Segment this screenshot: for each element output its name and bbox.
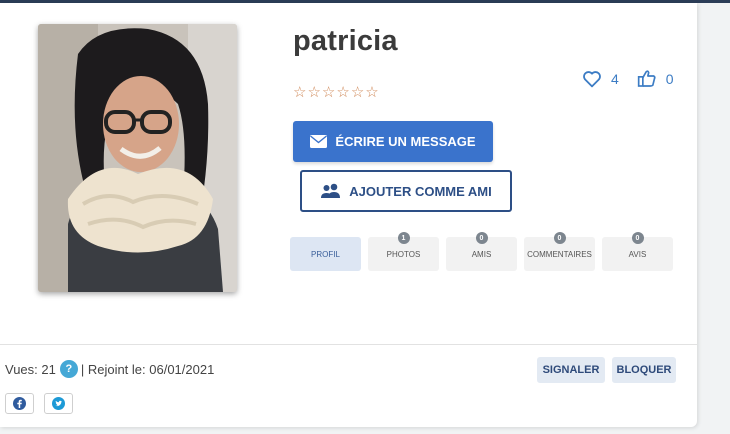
tab-commentaires[interactable]: 0 COMMENTAIRES	[524, 232, 595, 271]
profile-photo-image	[38, 24, 237, 292]
tab-avis-badge: 0	[631, 232, 644, 244]
facebook-icon	[13, 397, 26, 410]
tab-commentaires-badge: 0	[553, 232, 566, 244]
write-message-label: ÉCRIRE UN MESSAGE	[335, 134, 476, 149]
heart-icon	[583, 70, 601, 87]
views-count: Vues: 21	[5, 361, 56, 377]
write-message-button[interactable]: ÉCRIRE UN MESSAGE	[293, 121, 493, 162]
rating-stars[interactable]: ☆ ☆ ☆ ☆ ☆ ☆	[293, 85, 379, 101]
star-outline-icon[interactable]: ☆	[307, 85, 320, 101]
profile-photo[interactable]	[38, 24, 237, 292]
profile-tabs: PROFIL 1 PHOTOS 0 AMIS 0 COMMENTAIRES 0 …	[290, 232, 673, 271]
tab-amis-label: AMIS	[471, 249, 492, 259]
tab-commentaires-label: COMMENTAIRES	[527, 249, 592, 259]
add-friend-label: AJOUTER COMME AMI	[349, 183, 492, 199]
star-outline-icon[interactable]: ☆	[322, 85, 335, 101]
tab-profil[interactable]: PROFIL	[290, 237, 361, 271]
star-outline-icon[interactable]: ☆	[365, 85, 378, 101]
star-outline-icon[interactable]: ☆	[351, 85, 364, 101]
share-facebook-button[interactable]	[5, 393, 34, 414]
users-icon	[321, 183, 341, 198]
star-outline-icon[interactable]: ☆	[293, 85, 306, 101]
thumbs-up-icon	[637, 70, 656, 87]
tab-amis[interactable]: 0 AMIS	[446, 232, 517, 271]
add-friend-button[interactable]: AJOUTER COMME AMI	[300, 170, 512, 212]
likes-count: 4	[611, 70, 619, 87]
envelope-icon	[310, 135, 328, 148]
help-icon[interactable]: ?	[59, 360, 78, 378]
footer-divider	[0, 344, 697, 345]
report-button[interactable]: SIGNALER	[537, 357, 605, 383]
tab-photos[interactable]: 1 PHOTOS	[368, 232, 439, 271]
tab-avis-label: AVIS	[628, 249, 647, 259]
profile-card: patricia ☆ ☆ ☆ ☆ ☆ ☆ 4 0 ÉCRIRE UN MESSAGE	[0, 3, 697, 427]
profile-username: patricia	[293, 25, 398, 57]
block-button[interactable]: BLOQUER	[612, 357, 676, 383]
profile-meta: Vues: 21 ? | Rejoint le: 06/01/2021	[5, 360, 214, 378]
thumbs-up-count: 0	[665, 70, 674, 87]
joined-date: | Rejoint le: 06/01/2021	[80, 361, 215, 377]
twitter-icon	[52, 397, 65, 410]
tab-photos-badge: 1	[397, 232, 410, 244]
report-label: SIGNALER	[542, 364, 600, 376]
thumbs-up-stat[interactable]: 0	[637, 69, 674, 88]
share-twitter-button[interactable]	[44, 393, 73, 414]
likes-stat[interactable]: 4	[582, 70, 619, 88]
block-label: BLOQUER	[616, 364, 672, 376]
tab-photos-label: PHOTOS	[386, 249, 421, 259]
tab-avis[interactable]: 0 AVIS	[602, 232, 673, 271]
tab-profil-label: PROFIL	[311, 249, 340, 259]
tab-amis-badge: 0	[475, 232, 488, 244]
profile-stats: 4 0	[582, 69, 692, 88]
star-outline-icon[interactable]: ☆	[336, 85, 349, 101]
